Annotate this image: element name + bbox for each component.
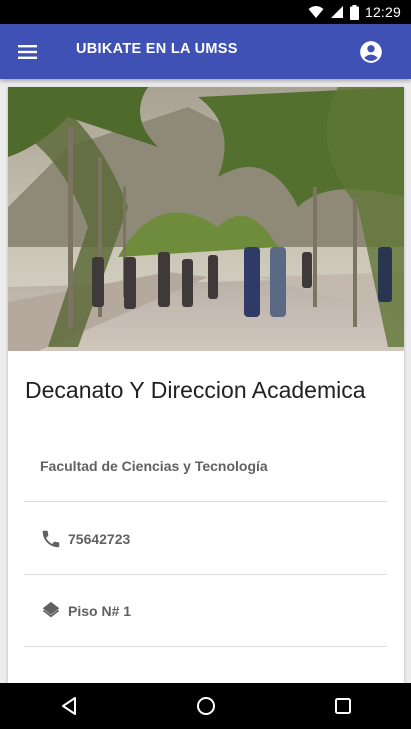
nav-home-button[interactable] — [186, 686, 226, 726]
wifi-icon — [308, 6, 324, 18]
back-triangle-icon — [61, 697, 76, 715]
cell-signal-icon — [330, 6, 343, 18]
system-nav-bar — [0, 683, 411, 729]
account-button[interactable] — [358, 39, 384, 65]
battery-icon — [349, 4, 359, 20]
recents-square-icon — [334, 698, 351, 714]
status-bar: 12:29 — [0, 0, 411, 24]
layers-icon — [42, 601, 60, 617]
nav-back-button[interactable] — [49, 686, 89, 726]
phone-number: 75642723 — [68, 530, 131, 547]
place-card: Decanato Y Direccion Academica Facultad … — [8, 87, 404, 687]
floor-text: Piso N# 1 — [68, 602, 132, 619]
status-time: 12:29 — [364, 4, 401, 20]
campus-photo — [8, 87, 404, 351]
nav-recents-button[interactable] — [323, 686, 363, 726]
place-title: Decanato Y Direccion Academica — [25, 377, 366, 403]
app-bar: UBIKATE EN LA UMSS — [0, 24, 411, 79]
account-circle-icon — [360, 41, 382, 63]
app-title: UBIKATE EN LA UMSS — [76, 41, 238, 57]
home-circle-icon — [196, 697, 215, 715]
faculty-text: Facultad de Ciencias y Tecnología — [40, 457, 268, 474]
faculty-row: Facultad de Ciencias y Tecnología — [24, 430, 387, 502]
floor-row: Piso N# 1 — [24, 575, 387, 647]
phone-row[interactable]: 75642723 — [24, 503, 387, 575]
phone-icon — [42, 530, 60, 547]
menu-button[interactable] — [14, 39, 42, 65]
menu-icon — [18, 45, 37, 59]
